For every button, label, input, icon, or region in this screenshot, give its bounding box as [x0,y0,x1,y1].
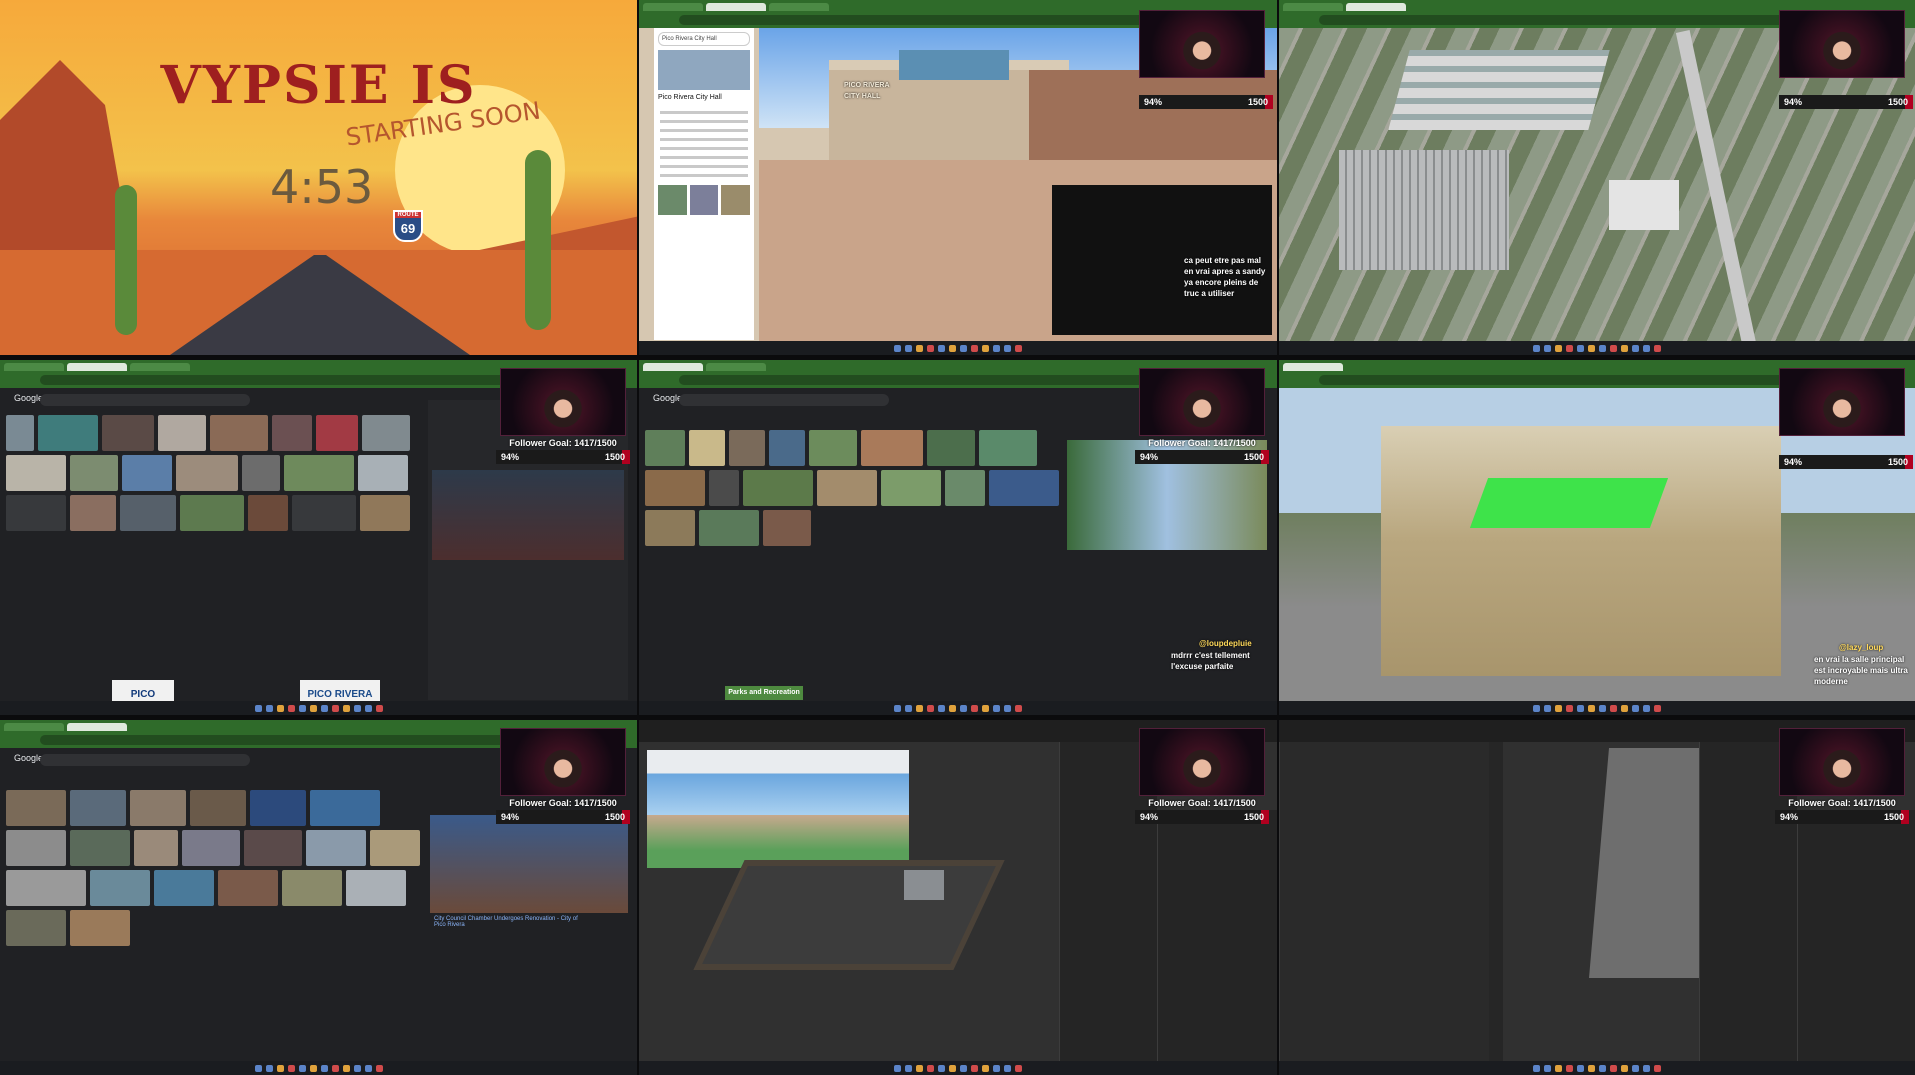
webcam-overlay [500,368,626,436]
chat-caption: mdrrr c'est tellement l'excuse parfaite [1171,651,1250,671]
follower-goal-text: Follower Goal: 1417/1500 [1788,798,1896,808]
follower-goal-bar: 94% 1500 [1775,810,1909,824]
route-label: ROUTE [395,212,421,218]
reference-photo [647,750,909,868]
chat-caption-user: @loupdepluie [1199,639,1252,648]
cactus-left [115,185,137,335]
taskbar [639,341,1277,355]
preview-image [432,470,624,560]
chat-caption-user: @lazy_loup [1839,643,1884,652]
follower-goal-bar: 94% 1500 [1779,95,1913,109]
image-results-grid [6,415,426,531]
image-results-grid [645,430,1060,546]
countdown-timer: 4:53 [270,160,374,214]
webcam-overlay [1139,728,1265,796]
chat-caption: ca peut etre pas mal en vrai apres a san… [1184,256,1266,298]
city-hall-rooftop [1609,180,1679,230]
place-name: Pico Rivera City Hall [658,94,722,101]
image-search-input[interactable] [40,394,250,406]
cactus-right [525,150,551,330]
chat-caption: en vrai la salle principal est incroyabl… [1814,655,1908,686]
preview-title[interactable]: City Council Chamber Undergoes Renovatio… [434,916,584,928]
school-buildings [1388,50,1610,130]
follower-goal-bar: 94% 1500 [1135,450,1269,464]
url-bar[interactable] [1319,375,1855,385]
google-logo: Google [14,393,44,403]
building-sign: PICO RIVERA CITY HALL [844,82,890,100]
google-images-window-2: Google @loupdepluie mdrrr c'est tellemen… [639,360,1277,715]
image-results-grid [6,790,421,946]
taskbar [0,701,637,715]
maps-side-panel: Pico Rivera City Hall Pico Rivera City H… [654,28,754,340]
maps-search-input[interactable]: Pico Rivera City Hall [658,32,750,46]
follower-goal-text: Follower Goal: 1417/1500 [509,438,617,448]
webcam-overlay [1779,10,1905,78]
photos-strip [658,185,751,215]
preview-image [430,815,628,913]
taskbar [639,701,1277,715]
follower-goal-bar: 94% 1500 [1135,810,1269,824]
route-number: 69 [400,221,416,236]
taskbar [1279,701,1915,715]
place-photo [658,50,750,90]
taskbar [0,1061,637,1075]
properties-panel [1157,810,1277,1062]
file-browser-panel [1279,742,1489,1062]
brick-wing [1029,70,1277,160]
follower-goal-text: Follower Goal: 1417/1500 [509,798,617,808]
taskbar [1279,1061,1915,1075]
url-bar[interactable] [40,375,577,385]
terrain-viewer-window: @lazy_loup en vrai la salle principal es… [1279,360,1915,715]
route-69-sign: ROUTE 69 [393,210,423,242]
follower-goal-bar: 94% 1500 [496,450,630,464]
webcam-overlay [500,728,626,796]
webcam-overlay [1779,728,1905,796]
google-images-window-3: Google City Council Chamber Undergoes Re… [0,720,637,1075]
webcam-overlay [1139,10,1265,78]
url-bar[interactable] [679,15,1217,25]
url-bar[interactable] [1319,15,1855,25]
3d-model [693,860,1005,970]
properties-panel [1797,810,1915,1062]
parking-lot [1339,150,1509,270]
model-building [904,870,944,900]
terrain-viewport [1381,426,1781,676]
url-bar[interactable] [679,375,1217,385]
webcam-overlay [1139,368,1265,436]
google-logo: Google [653,393,683,403]
starting-soon-title: VYPSIE IS [160,55,477,116]
follower-goal-text: Follower Goal: 1417/1500 [1148,798,1256,808]
follower-goal-text: Follower Goal: 1417/1500 [1148,438,1256,448]
starting-soon-screen: VYPSIE IS STARTING SOON 4:53 ROUTE 69 [0,0,637,355]
follower-goal-bar: 94% 1500 [496,810,630,824]
url-bar[interactable] [40,735,577,745]
image-search-input[interactable] [679,394,889,406]
taskbar [639,1061,1277,1075]
image-search-input[interactable] [40,754,250,766]
satellite-map-window: 94% 1500 [1279,0,1915,355]
highlighted-area [1469,478,1669,528]
parks-rec-banner: Parks and Recreation [725,686,803,700]
follower-goal-bar: 94% 1500 [1779,455,1913,469]
blender-window-1: Follower Goal: 1417/1500 94% 1500 [639,720,1277,1075]
google-images-window-1: Google PICO RIVERA PICO RIVERA Follower … [0,360,637,715]
follower-goal-bar: 94% 1500 [1139,95,1273,109]
webcam-overlay [1779,368,1905,436]
maps-streetview-window: PICO RIVERA CITY HALL Pico Rivera City H… [639,0,1277,355]
toolbar [1489,742,1503,1062]
glass-facade [899,50,1009,80]
blender-window-2: Follower Goal: 1417/1500 94% 1500 [1279,720,1915,1075]
stream-grid: VYPSIE IS STARTING SOON 4:53 ROUTE 69 PI… [0,0,1915,1075]
google-logo: Google [14,753,44,763]
taskbar [1279,341,1915,355]
